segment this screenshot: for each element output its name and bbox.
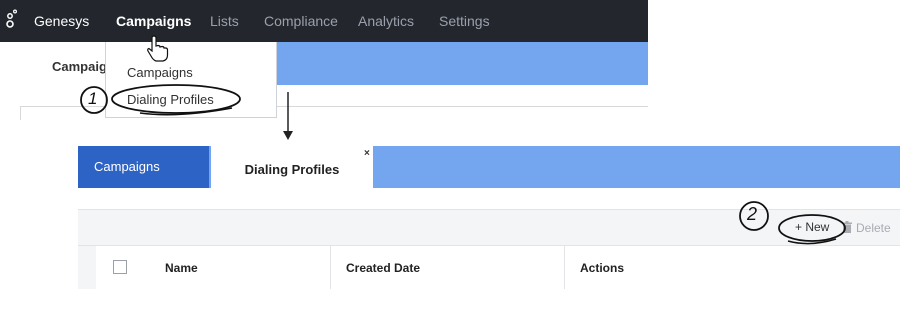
new-highlight-oval	[778, 214, 846, 242]
arrow-head	[283, 131, 293, 140]
annotation-overlay	[80, 35, 846, 245]
step-2-label: 2	[747, 204, 758, 224]
step-1-label: 1	[88, 89, 98, 108]
hand-cursor-icon	[147, 35, 169, 62]
highlight-oval	[111, 84, 241, 114]
